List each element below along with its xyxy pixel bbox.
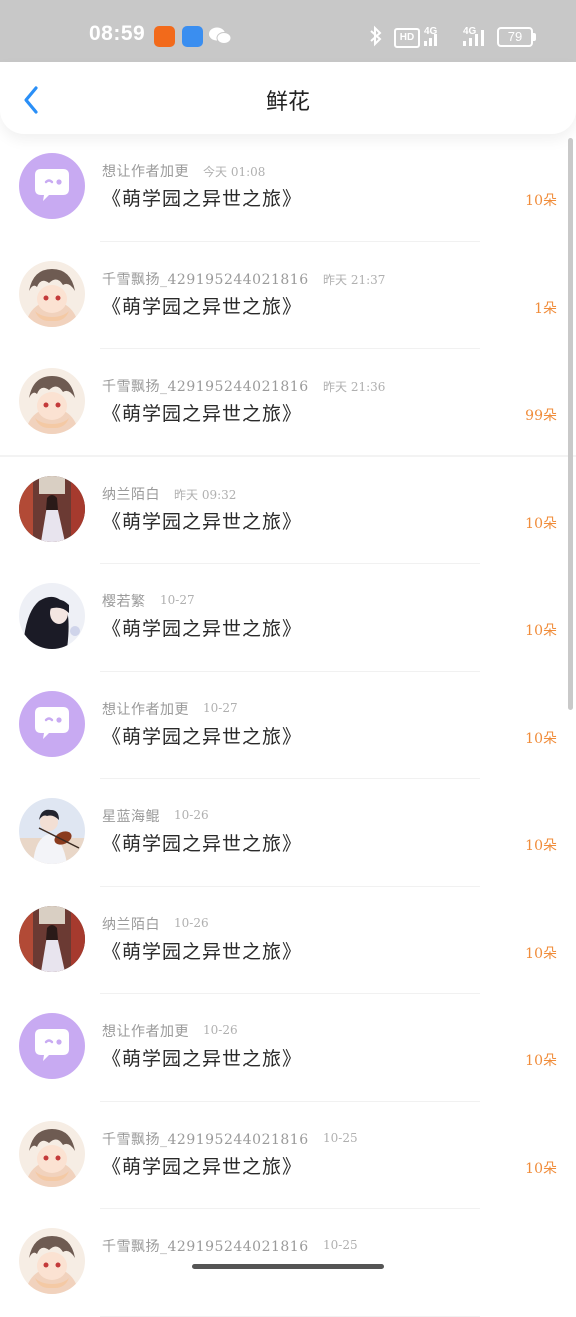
username: 樱若繁 — [102, 594, 146, 610]
avatar[interactable] — [19, 583, 85, 649]
username: 想让作者加更 — [102, 164, 189, 180]
avatar[interactable] — [19, 690, 85, 757]
timestamp: 10-26 — [203, 1023, 238, 1037]
timestamp: 10-26 — [174, 808, 209, 822]
list-item[interactable]: 纳兰陌白 昨天 09:32 《萌学园之异世之旅》 10朵 — [0, 457, 576, 564]
home-indicator[interactable] — [192, 1264, 384, 1269]
divider — [100, 1315, 480, 1317]
username: 纳兰陌白 — [102, 916, 160, 933]
list-item[interactable]: 星蓝海鲲 10-26 《萌学园之异世之旅》 10朵 — [0, 779, 576, 887]
flower-count: 10朵 — [525, 515, 557, 532]
battery-tip — [533, 33, 536, 41]
list-item[interactable]: 樱若繁 10-27 《萌学园之异世之旅》 10朵 — [0, 564, 576, 672]
username: 千雪飘扬_429195244021816 — [102, 379, 309, 395]
signal-icon — [463, 30, 489, 54]
avatar[interactable] — [19, 475, 85, 542]
avatar[interactable] — [19, 905, 85, 972]
list-item[interactable]: 想让作者加更 10-26 《萌学园之异世之旅》 10朵 — [0, 994, 576, 1102]
book-title: 《萌学园之异世之旅》 — [102, 725, 303, 748]
book-title: 《萌学园之异世之旅》 — [102, 618, 303, 640]
avatar[interactable] — [19, 1013, 85, 1079]
timestamp: 10-27 — [160, 593, 195, 607]
book-title: 《萌学园之异世之旅》 — [102, 940, 303, 963]
book-title: 《萌学园之异世之旅》 — [102, 1048, 303, 1070]
page-title: 鲜花 — [265, 90, 310, 115]
timestamp: 今天 01:08 — [203, 165, 266, 179]
status-bar: 08:59 HD 4G 4G 79 — [0, 0, 576, 62]
flower-list: 想让作者加更 今天 01:08 《萌学园之异世之旅》 10朵 千雪飘扬_42919524… — [0, 134, 576, 1317]
avatar[interactable] — [19, 260, 85, 327]
battery-icon: 79 — [497, 27, 533, 47]
bluetooth-icon — [368, 24, 384, 48]
book-title: 《萌学园之异世之旅》 — [102, 295, 303, 318]
avatar[interactable] — [19, 798, 85, 864]
username: 星蓝海鲲 — [102, 809, 160, 825]
timestamp: 10-25 — [323, 1130, 358, 1145]
book-title: 《萌学园之异世之旅》 — [102, 510, 303, 533]
list-item[interactable]: 千雪飘扬_429195244021816 10-25 — [0, 1209, 576, 1317]
timestamp: 昨天 21:36 — [323, 380, 386, 394]
flower-count: 10朵 — [525, 838, 557, 854]
book-title: 《萌学园之异世之旅》 — [102, 403, 303, 425]
list-item[interactable]: 千雪飘扬_429195244021816 10-25 《萌学园之异世之旅》 10朵 — [0, 1102, 576, 1209]
book-title: 《萌学园之异世之旅》 — [102, 833, 303, 855]
timestamp: 昨天 09:32 — [174, 487, 237, 502]
timestamp: 10-27 — [203, 700, 238, 715]
list-item[interactable]: 纳兰陌白 10-26 《萌学园之异世之旅》 10朵 — [0, 887, 576, 994]
timestamp: 10-25 — [323, 1238, 358, 1252]
signal-icon — [424, 30, 442, 54]
list-item[interactable]: 千雪飘扬_429195244021816 昨天 21:37 《萌学园之异世之旅》 1朵 — [0, 242, 576, 349]
flower-count: 10朵 — [525, 730, 557, 747]
avatar[interactable] — [19, 1228, 85, 1294]
avatar[interactable] — [19, 153, 85, 219]
list-item[interactable]: 想让作者加更 今天 01:08 《萌学园之异世之旅》 10朵 — [0, 134, 576, 242]
flower-count: 10朵 — [525, 1160, 557, 1177]
list-item[interactable]: 千雪飘扬_429195244021816 昨天 21:36 《萌学园之异世之旅》 99… — [0, 349, 576, 457]
flower-count: 99朵 — [525, 408, 557, 424]
hd-icon: HD — [394, 28, 420, 48]
flower-count: 10朵 — [525, 193, 557, 209]
header: 鲜花 — [0, 62, 576, 134]
app-notification-icon — [154, 26, 175, 47]
list-item[interactable]: 想让作者加更 10-27 《萌学园之异世之旅》 10朵 — [0, 672, 576, 779]
scrollbar[interactable] — [568, 138, 573, 710]
username: 千雪飘扬_429195244021816 — [102, 271, 309, 288]
book-title: 《萌学园之异世之旅》 — [102, 188, 303, 210]
timestamp: 昨天 21:37 — [323, 272, 386, 287]
status-time: 08:59 — [89, 22, 146, 45]
flower-count: 10朵 — [525, 945, 557, 962]
avatar[interactable] — [19, 368, 85, 434]
flower-count: 10朵 — [525, 1053, 557, 1069]
wechat-icon — [208, 26, 232, 46]
flower-count: 1朵 — [534, 300, 557, 317]
username: 纳兰陌白 — [102, 486, 160, 503]
username: 想让作者加更 — [102, 701, 189, 718]
username: 千雪飘扬_429195244021816 — [102, 1239, 309, 1255]
app-notification-icon — [182, 26, 203, 47]
timestamp: 10-26 — [174, 915, 209, 930]
username: 想让作者加更 — [102, 1024, 189, 1040]
avatar[interactable] — [19, 1120, 85, 1187]
flower-count: 10朵 — [525, 623, 557, 639]
username: 千雪飘扬_429195244021816 — [102, 1131, 309, 1148]
book-title: 《萌学园之异世之旅》 — [102, 1155, 303, 1178]
